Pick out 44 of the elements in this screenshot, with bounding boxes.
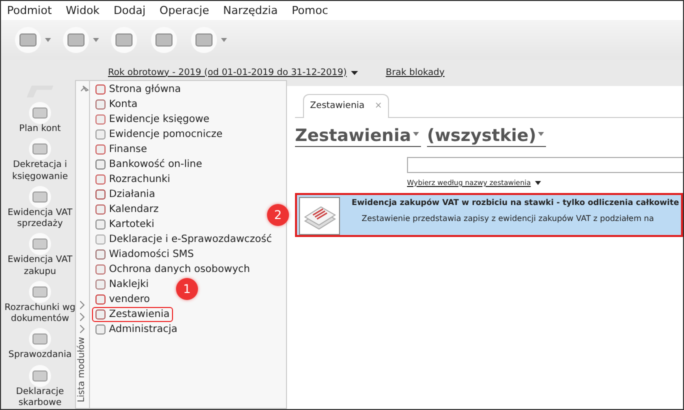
menu-item[interactable]: Podmiot	[7, 3, 52, 18]
caret-icon	[534, 181, 541, 186]
caret-icon	[93, 38, 99, 42]
caret-icon	[350, 71, 358, 76]
report-title: Ewidencja zakupów VAT w rozbiciu na stawki - tylko odliczenia całkowite	[352, 197, 679, 210]
caret-icon	[45, 38, 51, 42]
tab[interactable]: Zestawienia ×	[303, 94, 390, 118]
shortcut-button[interactable]: Plan kont	[4, 102, 76, 136]
module-item[interactable]: Ochrona danych osobowych	[92, 262, 253, 277]
menu-item[interactable]: Operacje	[160, 3, 210, 18]
menu-item[interactable]: Pomoc	[292, 3, 328, 18]
toolbar-button[interactable]	[189, 26, 227, 54]
module-item[interactable]: Strona główna	[92, 82, 184, 97]
module-item[interactable]: Rozrachunki	[92, 172, 174, 187]
module-item[interactable]: Ewidencje księgowe	[92, 112, 212, 127]
toolbar-button[interactable]	[61, 26, 99, 54]
caret-icon	[221, 38, 227, 42]
period-link[interactable]: Rok obrotowy - 2019 (od 01-01-2019 do 31-12-2019)	[108, 66, 347, 80]
lock-link[interactable]: Brak blokady	[386, 66, 445, 80]
module-item[interactable]: Wiadomości SMS	[92, 247, 197, 262]
toolbar-button[interactable]	[13, 26, 51, 54]
module-item[interactable]: Zestawienia	[92, 307, 173, 322]
caret-icon	[413, 132, 420, 136]
module-item[interactable]: Kalendarz	[92, 202, 162, 217]
menu-item[interactable]: Dodaj	[114, 3, 146, 18]
module-item[interactable]: Konta	[92, 97, 141, 112]
heading-dropdown[interactable]: (wszystkie)	[427, 126, 546, 147]
module-item[interactable]: Finanse	[92, 142, 150, 157]
menu-item[interactable]: Widok	[66, 3, 100, 18]
module-item[interactable]: vendero	[92, 292, 153, 307]
module-item[interactable]: Kartoteki	[92, 217, 158, 232]
module-item[interactable]: Działania	[92, 187, 158, 202]
shortcut-button[interactable]: Sprawozdania	[4, 328, 76, 362]
heading-dropdown[interactable]: Zestawienia	[295, 126, 422, 147]
module-item[interactable]: Administracja	[92, 322, 180, 337]
panel-title: Lista modułów	[76, 336, 88, 402]
annotation-badge: 1	[176, 278, 198, 300]
module-item[interactable]: Naklejki	[92, 277, 152, 292]
search-field[interactable]	[407, 156, 683, 173]
module-item[interactable]: Ewidencje pomocnicze	[92, 127, 226, 142]
caret-icon	[538, 132, 544, 136]
menu-item[interactable]: Narzędzia	[223, 3, 278, 18]
module-item[interactable]: Bankowość on-line	[92, 157, 206, 172]
report-description: Zestawienie przedstawia zapisy z ewidencji zakupów VAT z podziałem na	[360, 213, 655, 226]
